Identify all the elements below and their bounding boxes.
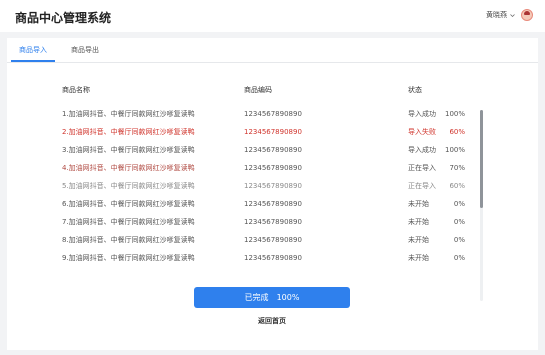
- product-code: 1234567890890: [244, 110, 302, 118]
- column-header-name: 商品名称: [62, 86, 90, 94]
- import-status: 正在导入: [408, 164, 436, 172]
- product-code: 1234567890890: [244, 236, 302, 244]
- import-progress: 70%: [449, 164, 465, 172]
- product-code: 1234567890890: [244, 218, 302, 226]
- table-row: 2.加油网抖音、中餐厅同款网红沙嗲复读鸭 1234567890890 导入失败 …: [7, 123, 538, 141]
- table-row: 8.加油网抖音、中餐厅同款网红沙嗲复读鸭 1234567890890 未开始 0…: [7, 231, 538, 249]
- product-code: 1234567890890: [244, 146, 302, 154]
- import-progress: 0%: [453, 254, 465, 262]
- column-header-code: 商品编码: [244, 86, 272, 94]
- import-status: 导入成功: [408, 146, 436, 154]
- product-code: 1234567890890: [244, 164, 302, 172]
- completed-button[interactable]: 已完成 100%: [194, 287, 350, 308]
- import-status: 未开始: [408, 218, 429, 226]
- product-code: 1234567890890: [244, 128, 302, 136]
- import-status: 正在导入: [408, 182, 436, 190]
- table-row: 3.加油网抖音、中餐厅同款网红沙嗲复读鸭 1234567890890 导入成功 …: [7, 141, 538, 159]
- product-name: 4.加油网抖音、中餐厅同款网红沙嗲复读鸭: [62, 164, 195, 172]
- table-row: 5.加油网抖音、中餐厅同款网红沙嗲复读鸭 1234567890890 正在导入 …: [7, 177, 538, 195]
- import-progress: 0%: [453, 236, 465, 244]
- completed-progress: 100%: [276, 293, 300, 302]
- completed-label: 已完成: [244, 293, 269, 302]
- import-progress: 0%: [453, 200, 465, 208]
- product-name: 9.加油网抖音、中餐厅同款网红沙嗲复读鸭: [62, 254, 195, 262]
- import-status: 导入失败: [408, 128, 436, 136]
- chevron-down-icon: [510, 13, 515, 17]
- tab-product-export[interactable]: 商品导出: [63, 38, 107, 62]
- import-status: 导入成功: [408, 110, 436, 118]
- table-row: 7.加油网抖音、中餐厅同款网红沙嗲复读鸭 1234567890890 未开始 0…: [7, 213, 538, 231]
- user-name: 黄晓燕: [486, 11, 507, 19]
- product-code: 1234567890890: [244, 200, 302, 208]
- product-name: 1.加油网抖音、中餐厅同款网红沙嗲复读鸭: [62, 110, 195, 118]
- scrollbar-thumb[interactable]: [480, 110, 483, 208]
- table-row: 1.加油网抖音、中餐厅同款网红沙嗲复读鸭 1234567890890 导入成功 …: [7, 105, 538, 123]
- avatar[interactable]: [521, 9, 533, 21]
- import-progress: 100%: [444, 146, 465, 154]
- table-row: 9.加油网抖音、中餐厅同款网红沙嗲复读鸭 1234567890890 未开始 0…: [7, 249, 538, 267]
- back-to-home-link[interactable]: 返回首页: [235, 316, 309, 326]
- product-name: 2.加油网抖音、中餐厅同款网红沙嗲复读鸭: [62, 128, 195, 136]
- product-name: 6.加油网抖音、中餐厅同款网红沙嗲复读鸭: [62, 200, 195, 208]
- import-status: 未开始: [408, 200, 429, 208]
- import-progress: 60%: [449, 128, 465, 136]
- import-panel: 商品导入 商品导出 商品名称 商品编码 状态 1.加油网抖音、中餐厅同款网红沙嗲…: [7, 38, 538, 350]
- product-name: 3.加油网抖音、中餐厅同款网红沙嗲复读鸭: [62, 146, 195, 154]
- app-header: 商品中心管理系统 黄晓燕: [0, 0, 545, 32]
- column-header-status: 状态: [408, 86, 422, 94]
- product-name: 8.加油网抖音、中餐厅同款网红沙嗲复读鸭: [62, 236, 195, 244]
- import-status: 未开始: [408, 236, 429, 244]
- product-code: 1234567890890: [244, 182, 302, 190]
- table-row: 6.加油网抖音、中餐厅同款网红沙嗲复读鸭 1234567890890 未开始 0…: [7, 195, 538, 213]
- product-code: 1234567890890: [244, 254, 302, 262]
- product-name: 7.加油网抖音、中餐厅同款网红沙嗲复读鸭: [62, 218, 195, 226]
- tab-bar: 商品导入 商品导出: [7, 38, 538, 63]
- product-name: 5.加油网抖音、中餐厅同款网红沙嗲复读鸭: [62, 182, 195, 190]
- app-title: 商品中心管理系统: [15, 11, 112, 25]
- tab-product-import[interactable]: 商品导入: [11, 38, 55, 62]
- import-progress: 100%: [444, 110, 465, 118]
- import-progress: 60%: [449, 182, 465, 190]
- import-status: 未开始: [408, 254, 429, 262]
- import-progress: 0%: [453, 218, 465, 226]
- user-menu[interactable]: 黄晓燕: [486, 9, 533, 21]
- table-row: 4.加油网抖音、中餐厅同款网红沙嗲复读鸭 1234567890890 正在导入 …: [7, 159, 538, 177]
